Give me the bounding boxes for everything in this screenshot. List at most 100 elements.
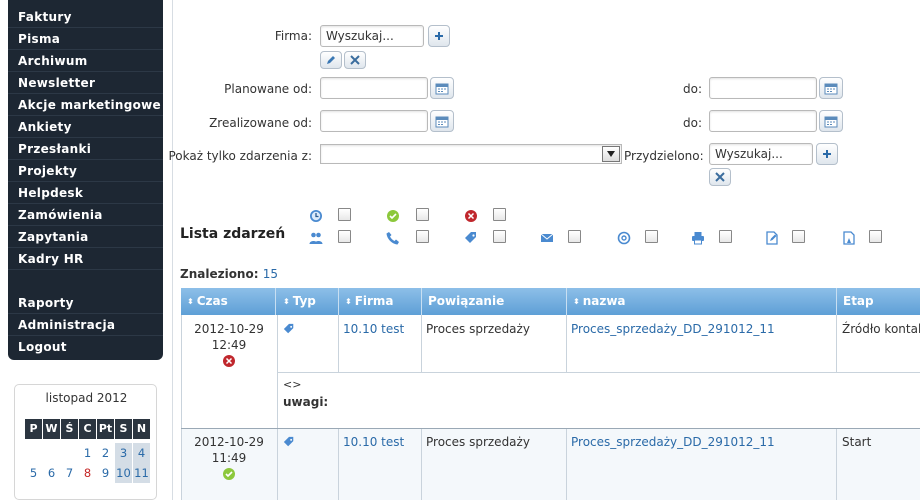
planowane-do-field[interactable]	[709, 77, 817, 99]
add-przydzielono-button[interactable]	[816, 143, 838, 165]
cancel-icon	[464, 209, 478, 223]
zrealizowane-do-calendar-button[interactable]	[819, 110, 843, 132]
edit-firma-button[interactable]	[320, 51, 342, 69]
planowane-od-field[interactable]	[320, 77, 428, 99]
calendar-day[interactable]: 2	[97, 443, 114, 463]
pokaz-zdarzenia-label: Pokaż tylko zdarzenia z:	[168, 149, 312, 163]
sidebar-item-zapytania[interactable]: Zapytania	[8, 226, 163, 248]
calendar-day[interactable]: 7	[61, 463, 78, 483]
calendar-month-title: listopad 2012	[45, 391, 128, 405]
people-icon	[309, 231, 323, 245]
planowane-do-label: do:	[682, 82, 702, 96]
calendar-day[interactable]: 1	[79, 443, 96, 463]
zrealizowane-od-label: Zrealizowane od:	[209, 116, 312, 130]
column-header-firma[interactable]: ⬍ Firma	[339, 288, 422, 315]
event-date: 2012-10-29	[194, 322, 264, 336]
sidebar-item-zamowienia[interactable]: Zamówienia	[8, 204, 163, 226]
filter-checkbox-email[interactable]	[645, 230, 658, 243]
sidebar-item-administracja[interactable]: Administracja	[8, 314, 163, 336]
powiazanie-value: Proces sprzedaży	[426, 322, 530, 336]
calendar-day-today[interactable]: 8	[79, 463, 96, 483]
zrealizowane-od-field[interactable]	[320, 110, 428, 132]
calendar-day[interactable]: 10	[115, 463, 132, 483]
calendar-empty-cell	[25, 443, 42, 463]
zrealizowane-od-calendar-button[interactable]	[430, 110, 454, 132]
firma-link[interactable]: 10.10 test	[343, 435, 404, 449]
chevron-down-icon[interactable]	[602, 146, 620, 162]
cancel-icon	[222, 354, 236, 368]
clear-przydzielono-button[interactable]	[709, 168, 731, 186]
column-header-czas[interactable]: ⬍ Czas	[181, 288, 276, 315]
planowane-do-calendar-button[interactable]	[819, 77, 843, 99]
filter-checkbox-meeting[interactable]	[338, 230, 351, 243]
column-border	[836, 315, 837, 372]
calendar-day[interactable]: 3	[115, 443, 132, 463]
etap-value: Źródło kontaktu	[842, 322, 920, 336]
tag-icon	[282, 435, 296, 449]
column-header-etap: Etap	[843, 294, 874, 308]
przydzielono-label: Przydzielono:	[624, 149, 704, 163]
filter-checkbox-done[interactable]	[416, 208, 429, 221]
close-icon	[350, 55, 360, 65]
sidebar-item-projekty[interactable]: Projekty	[8, 160, 163, 182]
calendar-icon	[435, 83, 449, 94]
nazwa-link[interactable]: Proces_sprzedaży_DD_291012_11	[571, 322, 775, 336]
firma-label: Firma:	[274, 29, 312, 43]
filter-checkbox-fax[interactable]	[719, 230, 732, 243]
sidebar-item-faktury[interactable]: Faktury	[8, 6, 163, 28]
sidebar-item-helpdesk[interactable]: Helpdesk	[8, 182, 163, 204]
sidebar-item-akcje-marketingowe[interactable]: Akcje marketingowe	[8, 94, 163, 116]
calendar-icon	[824, 83, 838, 94]
planowane-od-label: Planowane od:	[224, 82, 312, 96]
filter-checkbox-planned[interactable]	[338, 208, 351, 221]
column-border	[421, 429, 422, 500]
calendar-day[interactable]: 9	[97, 463, 114, 483]
sidebar-item-archiwum[interactable]: Archiwum	[8, 50, 163, 72]
sidebar-item-raporty[interactable]: Raporty	[8, 292, 163, 314]
column-header-nazwa[interactable]: ⬍ nazwa	[567, 288, 837, 315]
calendar-day[interactable]: 5	[25, 463, 42, 483]
table-header: ⬍ Czas ⬍ Typ ⬍ Firma Powiązanie ⬍ nazwa Etap	[181, 288, 920, 315]
results-count-label: Znaleziono:	[180, 267, 259, 281]
email-at-icon	[617, 231, 631, 245]
add-firma-button[interactable]	[428, 25, 450, 47]
column-border	[836, 429, 837, 500]
powiazanie-value: Proces sprzedaży	[426, 435, 530, 449]
column-header-typ[interactable]: ⬍ Typ	[277, 288, 339, 315]
filter-checkbox-process[interactable]	[493, 230, 506, 243]
firma-search-field[interactable]: Wyszukaj...	[320, 25, 424, 47]
pencil-icon	[327, 56, 335, 64]
przydzielono-search-field[interactable]: Wyszukaj...	[709, 143, 813, 165]
filter-checkbox-letter[interactable]	[568, 230, 581, 243]
event-time: 11:49	[211, 451, 247, 465]
nazwa-link[interactable]: Proces_sprzedaży_DD_291012_11	[571, 435, 775, 449]
filter-checkbox-document[interactable]	[869, 230, 882, 243]
zrealizowane-do-field[interactable]	[709, 110, 817, 132]
column-divider	[172, 0, 173, 500]
column-header-powiazanie: Powiązanie	[422, 288, 567, 315]
sidebar-item-przeslanki[interactable]: Przesłanki	[8, 138, 163, 160]
sidebar-item-pisma[interactable]: Pisma	[8, 28, 163, 50]
filter-checkbox-phone[interactable]	[416, 230, 429, 243]
firma-link[interactable]: 10.10 test	[343, 322, 404, 336]
zrealizowane-do-label: do:	[682, 116, 702, 130]
clear-firma-button[interactable]	[344, 51, 366, 69]
sidebar-item-logout[interactable]: Logout	[8, 336, 163, 358]
sidebar-item-ankiety[interactable]: Ankiety	[8, 116, 163, 138]
calendar-weekday: C	[79, 419, 96, 439]
filter-checkbox-note[interactable]	[792, 230, 805, 243]
detail-symbol: <>	[283, 378, 302, 391]
lista-zdarzen-title: Lista zdarzeń	[180, 226, 286, 242]
calendar-grid: P W Ś C Pt S N 1 2 3 4 5 6 7 8 9 10 11	[25, 419, 151, 483]
column-border	[338, 315, 339, 372]
column-border	[338, 429, 339, 500]
planowane-od-calendar-button[interactable]	[430, 77, 454, 99]
calendar-day[interactable]: 11	[133, 463, 150, 483]
row-divider	[278, 372, 920, 373]
calendar-day[interactable]: 4	[133, 443, 150, 463]
zdarzenia-type-select[interactable]	[320, 144, 622, 164]
sidebar-item-kadry-hr[interactable]: Kadry HR	[8, 248, 163, 270]
filter-checkbox-cancelled[interactable]	[493, 208, 506, 221]
calendar-day[interactable]: 6	[43, 463, 60, 483]
sidebar-item-newsletter[interactable]: Newsletter	[8, 72, 163, 94]
